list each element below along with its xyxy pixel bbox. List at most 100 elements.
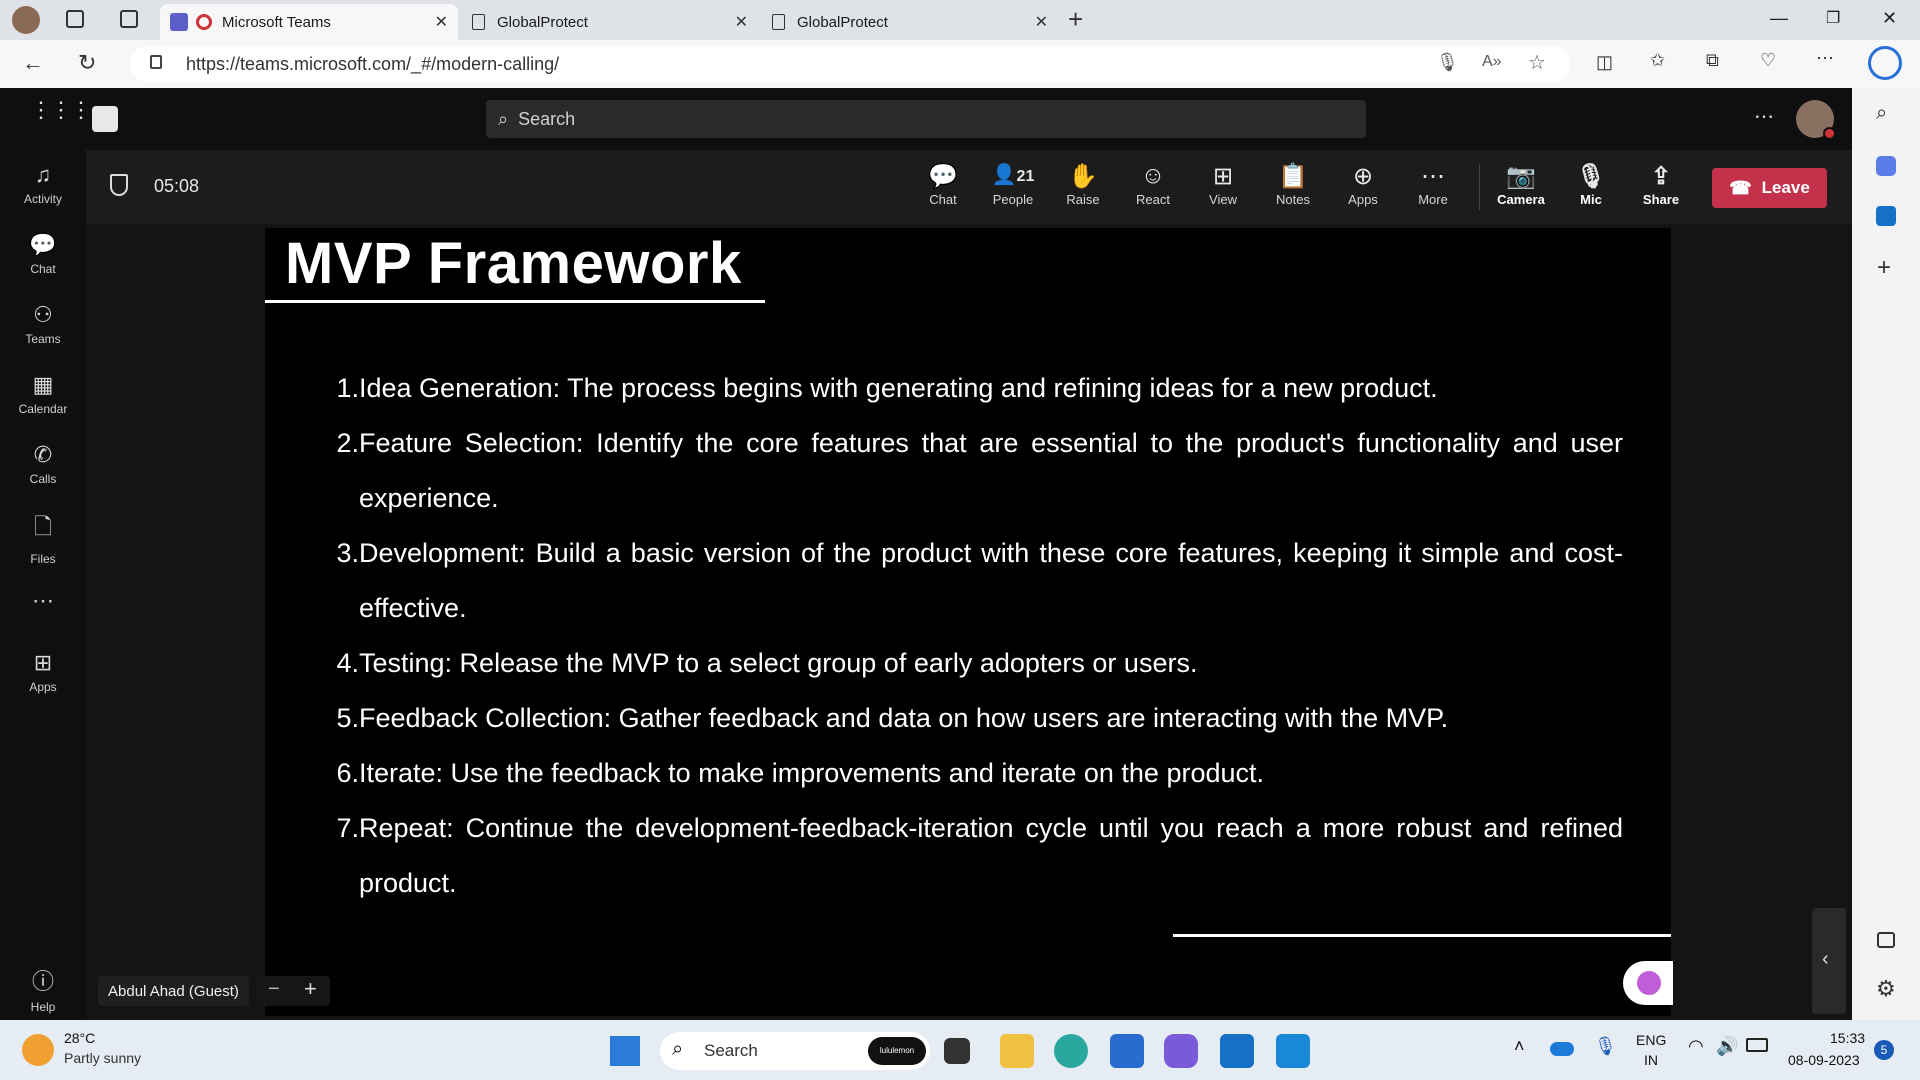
raise-hand-button[interactable]: ✋ Raise bbox=[1051, 162, 1115, 207]
more-menu-icon[interactable]: ⋯ bbox=[1816, 48, 1834, 69]
onedrive-icon[interactable] bbox=[1550, 1042, 1574, 1056]
refresh-icon[interactable]: ↻ bbox=[78, 50, 96, 76]
taskbar-search[interactable]: ⌕ Search lululemon bbox=[660, 1032, 930, 1070]
apps-button[interactable]: ⊕ Apps bbox=[1331, 162, 1395, 207]
rail-item-calendar[interactable]: ▦ Calendar bbox=[0, 372, 86, 416]
read-aloud-icon[interactable]: A» bbox=[1482, 53, 1502, 71]
add-icon[interactable]: + bbox=[1877, 254, 1891, 282]
collections-icon[interactable]: ⧉ bbox=[1706, 50, 1719, 71]
search-input[interactable]: ⌕ Search bbox=[486, 100, 1366, 138]
tab-microsoft-teams[interactable]: Microsoft Teams ✕ bbox=[160, 4, 458, 40]
rail-item-activity[interactable]: ♫ Activity bbox=[0, 162, 86, 206]
microphone-icon[interactable]: 🎙 bbox=[1594, 1036, 1617, 1057]
mic-button[interactable]: 🎙 Mic bbox=[1559, 162, 1623, 207]
app-launcher-icon[interactable]: ⋮⋮⋮ bbox=[30, 99, 92, 121]
tab-globalprotect-2[interactable]: GlobalProtect ✕ bbox=[762, 4, 1058, 40]
start-icon[interactable] bbox=[610, 1036, 640, 1066]
outlook-icon[interactable] bbox=[1876, 206, 1896, 226]
zoom-out-button[interactable]: − bbox=[268, 978, 280, 1001]
favorites-icon[interactable]: ✩ bbox=[1650, 50, 1665, 71]
weather-desc: Partly sunny bbox=[64, 1050, 142, 1066]
zoom-in-button[interactable]: + bbox=[304, 976, 317, 1002]
camera-off-icon: 📷 bbox=[1506, 163, 1536, 190]
ellipsis-icon: ⋯ bbox=[1421, 163, 1445, 190]
chevron-up-icon[interactable]: ˄ bbox=[1514, 1036, 1525, 1057]
tab-globalprotect-1[interactable]: GlobalProtect ✕ bbox=[462, 4, 758, 40]
clock-date[interactable]: 08-09-2023 bbox=[1788, 1052, 1860, 1068]
rail-item-chat[interactable]: 💬 Chat bbox=[0, 232, 86, 276]
tab-actions-icon[interactable] bbox=[120, 10, 138, 28]
item-number: 1. bbox=[336, 373, 359, 403]
bing-copilot-icon[interactable] bbox=[1868, 46, 1902, 80]
ctrl-label: Notes bbox=[1276, 192, 1310, 207]
rail-item-files[interactable]: 🗋 Files bbox=[0, 510, 86, 566]
share-button[interactable]: ⇪ Share bbox=[1629, 162, 1693, 207]
lang-line2[interactable]: IN bbox=[1644, 1052, 1658, 1068]
microphone-icon[interactable]: 🎙 bbox=[1436, 52, 1459, 73]
sidebar-layout-icon[interactable] bbox=[1877, 932, 1895, 948]
leave-button[interactable]: ☎ Leave bbox=[1712, 168, 1827, 208]
item-text: Iterate: Use the feedback to make improv… bbox=[359, 758, 1265, 788]
apps-icon: ⊞ bbox=[33, 650, 53, 675]
rail-item-teams[interactable]: ⚇ Teams bbox=[0, 302, 86, 346]
side-panel-toggle[interactable]: ‹ bbox=[1812, 908, 1846, 1014]
new-tab-button[interactable]: + bbox=[1068, 4, 1083, 35]
settings-more-icon[interactable]: ⋯ bbox=[1754, 104, 1774, 129]
profile-avatar[interactable] bbox=[12, 6, 40, 34]
lang-line1[interactable]: ENG bbox=[1636, 1032, 1666, 1048]
more-button[interactable]: ⋯ More bbox=[1401, 162, 1465, 207]
item-number: 5. bbox=[336, 703, 359, 733]
search-label: Search bbox=[704, 1041, 758, 1060]
restore-button[interactable]: ❐ bbox=[1826, 8, 1840, 28]
presenter-name: Abdul Ahad (Guest) bbox=[108, 982, 239, 1000]
rail-item-help[interactable]: ⓘ Help bbox=[0, 964, 86, 1014]
rail-more-apps[interactable]: ⋯ bbox=[0, 588, 86, 614]
ctrl-label: Camera bbox=[1497, 192, 1545, 207]
ctrl-label: More bbox=[1418, 192, 1448, 207]
clock-time[interactable]: 15:33 bbox=[1830, 1030, 1865, 1046]
volume-icon[interactable]: 🔊 bbox=[1716, 1036, 1738, 1057]
minimize-button[interactable]: — bbox=[1770, 8, 1788, 29]
favorite-star-icon[interactable]: ☆ bbox=[1528, 50, 1546, 75]
close-tab-icon[interactable]: ✕ bbox=[435, 12, 448, 32]
file-explorer-icon[interactable] bbox=[1000, 1034, 1034, 1068]
back-icon[interactable]: ← bbox=[22, 50, 44, 76]
ctrl-label: Share bbox=[1642, 192, 1680, 207]
close-tab-icon[interactable]: ✕ bbox=[735, 12, 748, 32]
view-button[interactable]: ⊞ View bbox=[1191, 162, 1255, 207]
rail-item-apps[interactable]: ⊞ Apps bbox=[0, 650, 86, 694]
chat-button[interactable]: 💬 Chat bbox=[911, 162, 975, 207]
workspaces-icon[interactable] bbox=[66, 10, 84, 28]
search-icon[interactable]: ⌕ bbox=[1876, 102, 1887, 125]
user-avatar[interactable] bbox=[1796, 100, 1836, 140]
rail-item-calls[interactable]: ✆ Calls bbox=[0, 442, 86, 486]
address-bar[interactable]: https://teams.microsoft.com/_#/modern-ca… bbox=[130, 46, 1570, 82]
list-item: 1. Idea Generation: The process begins wi… bbox=[333, 361, 1645, 416]
copilot-taskbar-icon[interactable] bbox=[1164, 1034, 1198, 1068]
notes-button[interactable]: 📋 Notes bbox=[1261, 162, 1325, 207]
battery-icon[interactable] bbox=[1746, 1038, 1768, 1052]
notification-badge[interactable]: 5 bbox=[1874, 1040, 1894, 1060]
weather-icon[interactable] bbox=[22, 1034, 54, 1066]
store-icon[interactable] bbox=[1110, 1034, 1144, 1068]
edge-icon[interactable] bbox=[1054, 1034, 1088, 1068]
wifi-icon[interactable]: ◠ bbox=[1688, 1036, 1704, 1057]
copilot-floating-button[interactable] bbox=[1623, 961, 1673, 1005]
close-tab-icon[interactable]: ✕ bbox=[1035, 12, 1048, 32]
remote-desktop-icon[interactable] bbox=[1276, 1034, 1310, 1068]
item-text: Feedback Collection: Gather feedback and… bbox=[359, 703, 1449, 733]
gear-icon[interactable]: ⚙ bbox=[1876, 976, 1896, 1002]
split-screen-icon[interactable]: ◫ bbox=[1596, 52, 1613, 73]
camera-button[interactable]: 📷 Camera bbox=[1489, 162, 1553, 207]
performance-icon[interactable]: ♡ bbox=[1760, 50, 1776, 71]
outlook-taskbar-icon[interactable] bbox=[1220, 1034, 1254, 1068]
react-button[interactable]: ☺ React bbox=[1121, 162, 1185, 207]
task-view-icon[interactable] bbox=[944, 1038, 970, 1064]
close-window-button[interactable]: ✕ bbox=[1882, 8, 1897, 29]
list-item: 6. Iterate: Use the feedback to make impr… bbox=[333, 746, 1645, 801]
lock-icon bbox=[150, 55, 162, 69]
people-button[interactable]: 👤21 People bbox=[981, 162, 1045, 207]
item-number: 2. bbox=[336, 428, 359, 458]
copilot-icon[interactable] bbox=[1876, 156, 1896, 176]
item-text: Development: Build a basic version of th… bbox=[359, 538, 1623, 623]
